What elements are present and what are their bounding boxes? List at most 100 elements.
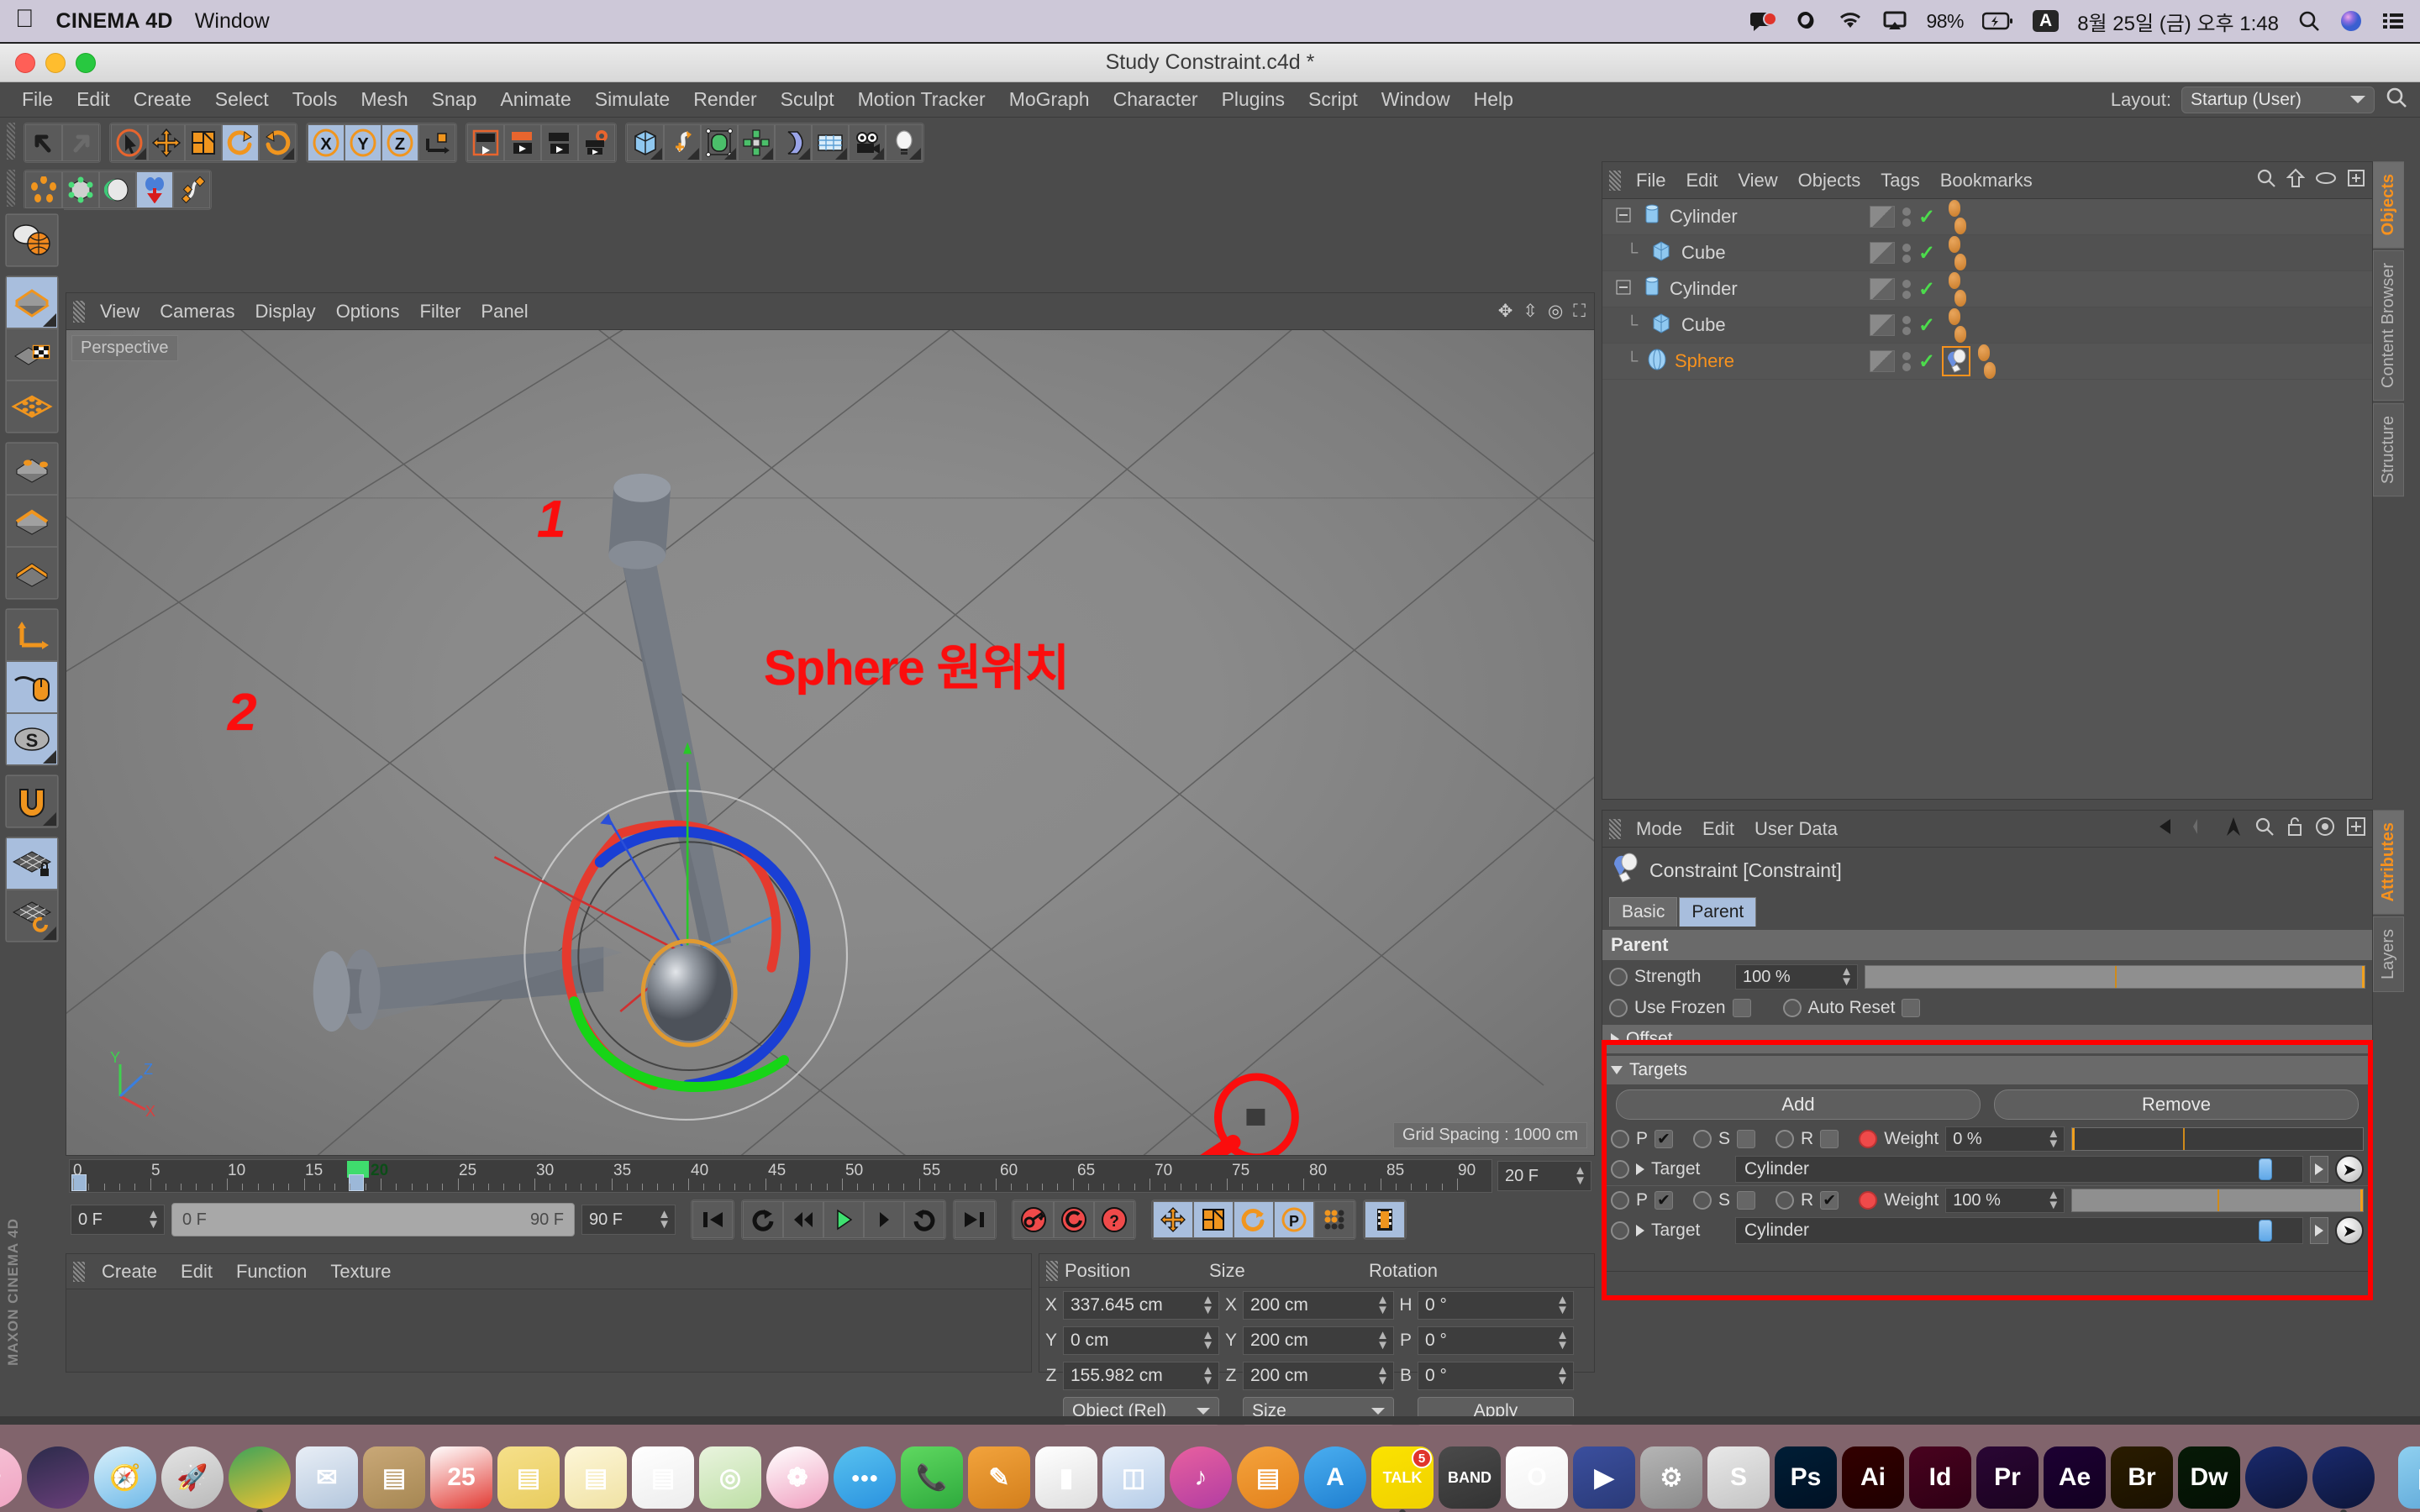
airplay-icon[interactable] bbox=[1882, 10, 1907, 32]
viewport-menu-view[interactable]: View bbox=[90, 298, 150, 325]
size-y-field[interactable]: 200 cm ▲ ▼ bbox=[1243, 1326, 1394, 1355]
target2-p-checkbox[interactable]: ✔ bbox=[1655, 1191, 1674, 1210]
vtab-structure[interactable]: Structure bbox=[2373, 403, 2404, 497]
bend-deformer-icon[interactable] bbox=[775, 124, 812, 161]
vtab-content-browser[interactable]: Content Browser bbox=[2373, 250, 2404, 402]
table-row[interactable]: └ Cube ✓ bbox=[1602, 235, 2372, 271]
object-menu-file[interactable]: File bbox=[1626, 167, 1676, 194]
go-to-start-icon[interactable] bbox=[692, 1201, 733, 1238]
array-icon[interactable] bbox=[738, 124, 775, 161]
material-menu-texture[interactable]: Texture bbox=[318, 1258, 402, 1285]
premiere-icon[interactable]: Pr bbox=[1976, 1446, 2039, 1509]
menu-select[interactable]: Select bbox=[203, 85, 281, 114]
target1-p-dot[interactable] bbox=[1611, 1130, 1629, 1148]
itunes-icon[interactable]: ♪ bbox=[1170, 1446, 1232, 1509]
next-key-icon[interactable] bbox=[904, 1201, 944, 1238]
rotation-p-field[interactable]: 0 ° ▲ ▼ bbox=[1418, 1326, 1574, 1355]
maximize-view-icon[interactable]: ⛶ bbox=[1573, 302, 1586, 322]
target2-s-checkbox[interactable] bbox=[1737, 1191, 1756, 1210]
rotation-h-field[interactable]: 0 ° ▲ ▼ bbox=[1418, 1291, 1574, 1320]
tab-parent[interactable]: Parent bbox=[1679, 897, 1757, 927]
naver-icon[interactable]: O bbox=[1506, 1446, 1568, 1509]
expand-toggle-icon[interactable] bbox=[1616, 280, 1631, 299]
menu-plugins[interactable]: Plugins bbox=[1210, 85, 1297, 114]
spinner-icon[interactable]: ▲ ▼ bbox=[1556, 1329, 1569, 1352]
magnet-icon[interactable] bbox=[6, 775, 58, 827]
menu-render[interactable]: Render bbox=[681, 85, 768, 114]
spinner-icon[interactable]: ▲ ▼ bbox=[1556, 1364, 1569, 1387]
strength-field[interactable]: 100 % ▲ ▼ bbox=[1735, 964, 1858, 990]
render-region-icon[interactable] bbox=[504, 124, 541, 161]
rotate-alt-icon[interactable] bbox=[259, 124, 296, 161]
macos-active-app-name[interactable]: CINEMA 4D bbox=[56, 9, 173, 34]
key-scale-icon[interactable] bbox=[1193, 1201, 1234, 1238]
strength-animate-dot[interactable] bbox=[1609, 968, 1628, 986]
target2-weight-slider[interactable] bbox=[2071, 1189, 2364, 1212]
visibility-dots-icon[interactable] bbox=[1902, 207, 1911, 227]
keyboard-input-icon[interactable]: A bbox=[2033, 10, 2060, 32]
selection-tool-icon[interactable] bbox=[111, 124, 148, 161]
downloads-folder-icon[interactable]: ▤ bbox=[2398, 1446, 2420, 1509]
spinner-icon[interactable]: ▲ ▼ bbox=[1376, 1329, 1389, 1352]
menu-script[interactable]: Script bbox=[1297, 85, 1370, 114]
edge-mode-icon[interactable] bbox=[62, 171, 99, 208]
axis-z-icon[interactable]: Z bbox=[381, 124, 418, 161]
menu-mesh[interactable]: Mesh bbox=[349, 85, 419, 114]
notes-yellow-icon[interactable]: ▤ bbox=[497, 1446, 560, 1509]
timeline-icon[interactable] bbox=[1365, 1201, 1405, 1238]
faces-mode-icon[interactable] bbox=[6, 547, 58, 599]
object-menu-tags[interactable]: Tags bbox=[1870, 167, 1929, 194]
scale-tool-icon[interactable] bbox=[185, 124, 222, 161]
timeline-playhead-handle[interactable] bbox=[349, 1174, 364, 1191]
contacts-icon[interactable]: ▤ bbox=[363, 1446, 425, 1509]
axis-move-icon[interactable] bbox=[6, 609, 58, 661]
polygon-grid-icon[interactable] bbox=[6, 381, 58, 433]
menu-simulate[interactable]: Simulate bbox=[583, 85, 681, 114]
frame-start-field[interactable]: 0 F ▲ ▼ bbox=[71, 1205, 165, 1235]
go-to-end-icon[interactable] bbox=[955, 1201, 995, 1238]
object-material-icon[interactable] bbox=[1870, 242, 1895, 264]
model-mode-icon[interactable] bbox=[6, 276, 58, 328]
layout-dropdown[interactable]: Startup (User) bbox=[2181, 86, 2375, 113]
position-z-field[interactable]: 155.982 cm ▲ ▼ bbox=[1063, 1362, 1219, 1390]
rotate-tool-icon[interactable] bbox=[222, 124, 259, 161]
object-material-icon[interactable] bbox=[1870, 314, 1895, 336]
material-manager-body[interactable] bbox=[66, 1289, 1031, 1372]
key-param-icon[interactable]: P bbox=[1274, 1201, 1314, 1238]
search-icon[interactable] bbox=[2385, 86, 2408, 113]
model-drop-icon[interactable] bbox=[136, 171, 173, 208]
target1-object-field[interactable]: Cylinder bbox=[1735, 1156, 2303, 1183]
menu-window[interactable]: Window bbox=[1370, 85, 1462, 114]
visibility-dots-icon[interactable] bbox=[1902, 243, 1911, 263]
tab-basic[interactable]: Basic bbox=[1609, 897, 1678, 927]
enable-check-icon[interactable]: ✓ bbox=[1918, 205, 1935, 229]
coordinates-gripper[interactable] bbox=[1046, 1260, 1058, 1281]
preview-range-slider[interactable]: 0 F 90 F bbox=[171, 1203, 575, 1236]
viewport-gripper[interactable] bbox=[73, 300, 85, 323]
tag-icon[interactable] bbox=[1949, 199, 1960, 217]
camera-icon[interactable] bbox=[849, 124, 886, 161]
expand-icon[interactable] bbox=[2347, 169, 2365, 192]
axis-world-toggle-icon[interactable] bbox=[6, 214, 58, 266]
spinner-icon[interactable]: ▲ ▼ bbox=[1202, 1294, 1214, 1316]
add-icon[interactable] bbox=[2347, 816, 2365, 841]
menu-sculpt[interactable]: Sculpt bbox=[769, 85, 846, 114]
use-frozen-animate-dot[interactable] bbox=[1609, 999, 1628, 1017]
menu-create[interactable]: Create bbox=[122, 85, 203, 114]
key-rotation-icon[interactable] bbox=[1234, 1201, 1274, 1238]
target1-r-checkbox[interactable] bbox=[1820, 1130, 1839, 1148]
chrome-icon[interactable] bbox=[229, 1446, 291, 1509]
material-menu-create[interactable]: Create bbox=[90, 1258, 169, 1285]
sketch-icon[interactable]: S bbox=[1707, 1446, 1770, 1509]
dreamweaver-icon[interactable]: Dw bbox=[2178, 1446, 2240, 1509]
system-prefs-icon[interactable]: ⚙ bbox=[1640, 1446, 1702, 1509]
creative-cloud-icon[interactable] bbox=[1793, 9, 1818, 33]
menu-edit[interactable]: Edit bbox=[65, 85, 122, 114]
play-icon[interactable] bbox=[823, 1201, 864, 1238]
target2-p-dot[interactable] bbox=[1611, 1191, 1629, 1210]
target1-weight-slider[interactable] bbox=[2071, 1127, 2364, 1151]
world-coord-icon[interactable] bbox=[418, 124, 455, 161]
soft-selection-icon[interactable]: S bbox=[6, 713, 58, 765]
visibility-dots-icon[interactable] bbox=[1902, 279, 1911, 299]
siri-icon[interactable] bbox=[27, 1446, 89, 1509]
